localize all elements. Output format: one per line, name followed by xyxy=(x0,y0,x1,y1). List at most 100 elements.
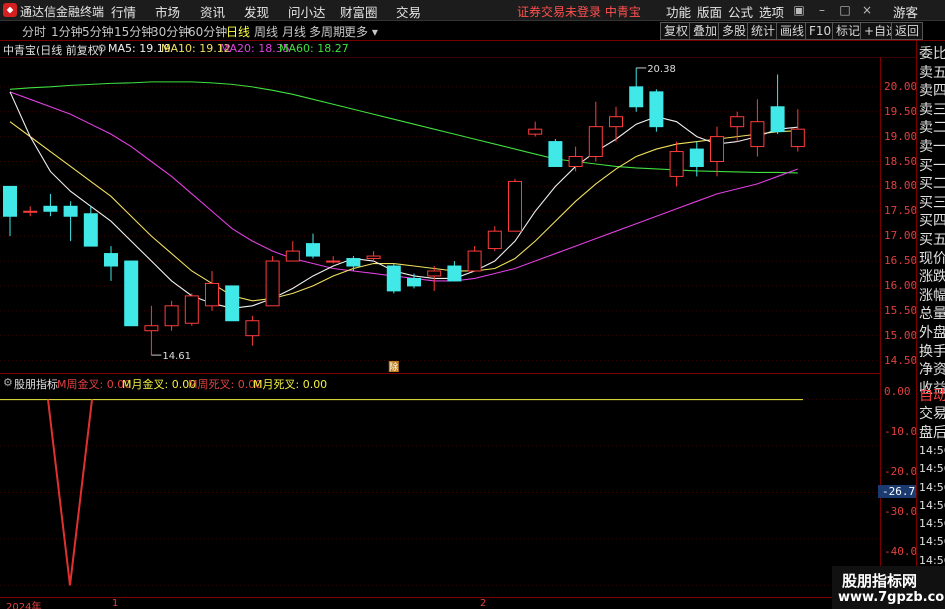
stats-button[interactable]: 统计 xyxy=(747,22,780,40)
time-axis-month-1: 1 xyxy=(112,598,119,609)
candle[interactable] xyxy=(710,126,724,177)
price-tick-label: 18.50 xyxy=(884,154,918,168)
multi-stock-button[interactable]: 多股 xyxy=(718,22,751,40)
sidebar-auto[interactable]: 自动 xyxy=(919,387,945,405)
candle[interactable] xyxy=(43,193,58,217)
login-warning: 证券交易未登录 中青宝 xyxy=(517,5,641,19)
sidebar-buy2: 买二 xyxy=(919,176,945,193)
menu-ask[interactable]: 问小达 xyxy=(288,2,326,21)
candle[interactable] xyxy=(447,261,462,282)
tab-monthly[interactable]: 月线 xyxy=(282,23,306,40)
candle-body xyxy=(508,180,522,232)
candle[interactable] xyxy=(124,260,139,327)
candle-body xyxy=(23,210,38,213)
candle[interactable] xyxy=(265,256,280,307)
sidebar-after-hours[interactable]: 盘后 xyxy=(919,424,945,442)
menu-function[interactable]: 功能 xyxy=(666,2,691,21)
candle[interactable] xyxy=(164,300,179,331)
menu-layout[interactable]: 版面 xyxy=(697,2,722,21)
menu-wealth[interactable]: 财富圈 xyxy=(340,2,378,21)
tab-multi-period[interactable]: 多周期 xyxy=(309,23,345,40)
menu-options[interactable]: 选项 xyxy=(759,2,784,21)
settings-gear-icon[interactable]: ⚙ xyxy=(97,42,107,55)
candle[interactable] xyxy=(649,89,664,132)
candle[interactable] xyxy=(508,178,522,232)
candle[interactable] xyxy=(588,101,603,162)
candle[interactable] xyxy=(386,263,401,294)
tab-daily[interactable]: 日线 xyxy=(226,23,250,40)
candle[interactable] xyxy=(205,270,219,311)
back-button[interactable]: 返回 xyxy=(891,22,924,40)
candle[interactable] xyxy=(770,74,785,135)
candle[interactable] xyxy=(629,67,644,112)
candle[interactable] xyxy=(669,141,684,187)
candle[interactable] xyxy=(487,226,502,252)
candle-body xyxy=(407,277,421,287)
sidebar-sell4: 卖四 xyxy=(919,83,945,100)
candle-body xyxy=(265,260,280,307)
candle[interactable] xyxy=(184,293,199,326)
candle[interactable] xyxy=(3,185,17,237)
candle[interactable] xyxy=(467,246,482,272)
candle[interactable] xyxy=(104,246,118,281)
candle-body xyxy=(447,265,462,282)
menu-formula[interactable]: 公式 xyxy=(728,2,753,21)
tab-60min[interactable]: 60分钟 xyxy=(188,23,227,40)
skin-icon[interactable]: ▣ xyxy=(792,3,806,17)
candle[interactable] xyxy=(407,273,421,289)
tab-weekly[interactable]: 周线 xyxy=(254,23,278,40)
candle[interactable] xyxy=(83,206,98,247)
low-label: 14.61 xyxy=(162,351,191,362)
candle-body xyxy=(366,255,381,260)
maximize-icon[interactable]: □ xyxy=(838,3,852,17)
candlestick-chart[interactable]: 20.38 14.61 除 xyxy=(0,57,880,373)
price-tick-label: 14.50 xyxy=(884,353,918,367)
candle[interactable] xyxy=(245,315,260,346)
candle[interactable] xyxy=(790,109,805,152)
candle-body xyxy=(710,136,724,163)
candle[interactable] xyxy=(346,256,361,271)
draw-line-button[interactable]: 画线 xyxy=(776,22,809,40)
tab-15min[interactable]: 15分钟 xyxy=(114,23,153,40)
candle-body xyxy=(205,282,219,307)
minimize-icon[interactable]: – xyxy=(815,3,829,17)
candle[interactable] xyxy=(326,256,341,264)
candle[interactable] xyxy=(23,206,38,217)
candle-body xyxy=(346,258,361,267)
tab-more[interactable]: 更多 ▾ xyxy=(344,23,378,40)
sidebar-change: 涨跌 xyxy=(919,269,945,286)
title-bar: 通达信金融终端 行情 市场 资讯 发现 问小达 财富圈 交易 证券交易未登录 中… xyxy=(0,0,945,21)
tab-intraday[interactable]: 分时 xyxy=(22,23,46,40)
adjust-button[interactable]: 复权 xyxy=(660,22,693,40)
menu-market[interactable]: 行情 xyxy=(111,2,136,21)
menu-discover[interactable]: 发现 xyxy=(244,2,269,21)
tab-5min[interactable]: 5分钟 xyxy=(82,23,114,40)
candle[interactable] xyxy=(285,241,300,262)
menu-news[interactable]: 资讯 xyxy=(200,2,225,21)
f10-button[interactable]: F10 xyxy=(805,22,836,40)
close-icon[interactable]: × xyxy=(860,3,874,17)
menu-exchange[interactable]: 市场 xyxy=(155,2,180,21)
stock-title[interactable]: 中青宝(日线 前复权) xyxy=(3,42,103,58)
guest-label[interactable]: 游客 xyxy=(893,2,918,21)
tab-1min[interactable]: 1分钟 xyxy=(51,23,83,40)
sidebar-outer: 外盘 xyxy=(919,325,945,341)
candle[interactable] xyxy=(548,139,563,167)
indicator-chart[interactable] xyxy=(0,388,880,597)
candle[interactable] xyxy=(750,99,765,157)
sidebar-trade[interactable]: 交易 xyxy=(919,405,945,423)
candle[interactable] xyxy=(306,233,320,259)
quote-sidebar: 委比 卖五 卖四 卖三 卖二 卖一 买一 买二 买三 买四 买五 现价 涨跌 涨幅 总量 外盘 换手 净资 收益 自动… xyxy=(916,41,945,609)
candle[interactable] xyxy=(366,251,381,262)
candle[interactable] xyxy=(144,305,159,356)
menu-trade[interactable]: 交易 xyxy=(396,2,421,21)
candle-body xyxy=(548,141,563,167)
candle[interactable] xyxy=(528,121,543,137)
candle[interactable] xyxy=(225,285,240,322)
candle[interactable] xyxy=(568,146,583,172)
sidebar-sell1: 卖一 xyxy=(919,139,945,155)
overlay-button[interactable]: 叠加 xyxy=(689,22,722,40)
tab-30min[interactable]: 30分钟 xyxy=(151,23,190,40)
price-tick-label: 15.00 xyxy=(884,328,918,342)
candle[interactable] xyxy=(63,201,78,242)
